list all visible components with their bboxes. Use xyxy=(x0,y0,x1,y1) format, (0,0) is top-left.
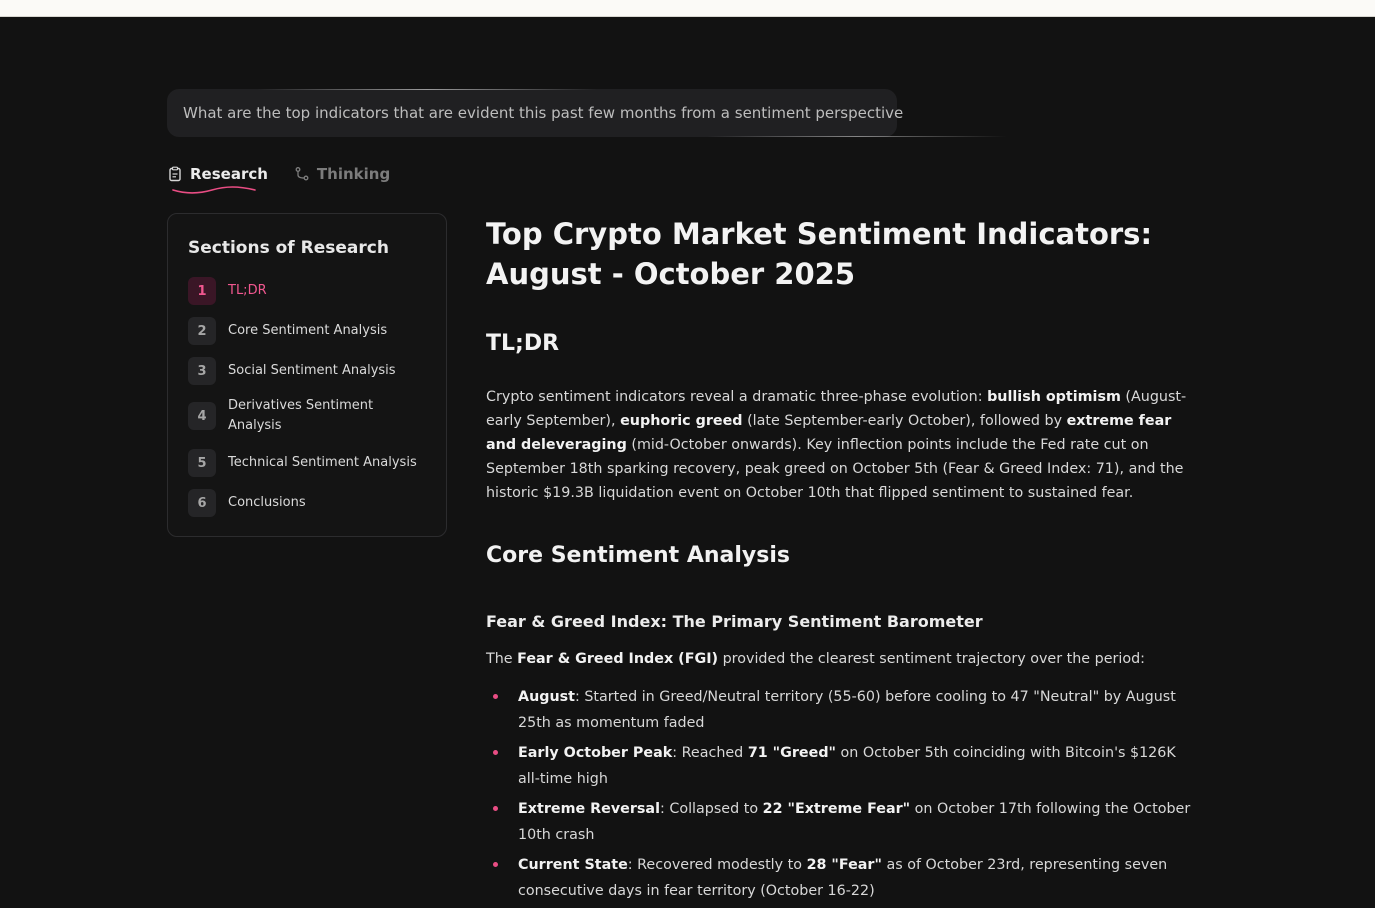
list-item: August: Started in Greed/Neutral territo… xyxy=(486,684,1196,736)
tab-research-label: Research xyxy=(190,165,268,183)
tab-thinking[interactable]: Thinking xyxy=(294,160,390,188)
list-item: Early October Peak: Reached 71 "Greed" o… xyxy=(486,740,1196,792)
list-item: Current State: Recovered modestly to 28 … xyxy=(486,852,1196,904)
sidebar-item-social-sentiment[interactable]: 3 Social Sentiment Analysis xyxy=(188,357,423,385)
sidebar-item-conclusions[interactable]: 6 Conclusions xyxy=(188,489,423,517)
tldr-paragraph: Crypto sentiment indicators reveal a dra… xyxy=(486,389,1187,501)
fgi-heading: Fear & Greed Index: The Primary Sentimen… xyxy=(486,612,983,631)
tab-research[interactable]: Research xyxy=(167,160,268,194)
sidebar-item-label: Derivatives Sentiment Analysis xyxy=(228,398,374,433)
sidebar-item-label: TL;DR xyxy=(228,283,267,298)
browser-top-bar xyxy=(0,0,1375,17)
list-item: Extreme Reversal: Collapsed to 22 "Extre… xyxy=(486,796,1196,848)
fgi-intro-paragraph: The Fear & Greed Index (FGI) provided th… xyxy=(486,651,1145,667)
sidebar-item-label: Technical Sentiment Analysis xyxy=(228,455,417,470)
section-number: 5 xyxy=(188,449,216,477)
user-query-text: What are the top indicators that are evi… xyxy=(183,104,904,122)
sidebar-item-tldr[interactable]: 1 TL;DR xyxy=(188,277,423,305)
clipboard-icon xyxy=(167,166,183,182)
sidebar-item-label: Conclusions xyxy=(228,495,306,510)
user-query-bubble: What are the top indicators that are evi… xyxy=(167,89,1007,137)
bullet-dot-icon xyxy=(493,806,498,811)
section-number: 1 xyxy=(188,277,216,305)
section-number: 4 xyxy=(188,402,216,430)
sidebar-item-derivatives-sentiment[interactable]: 4 Derivatives Sentiment Analysis xyxy=(188,396,423,436)
sidebar-title: Sections of Research xyxy=(188,238,389,258)
tab-thinking-label: Thinking xyxy=(316,165,391,183)
branch-icon xyxy=(294,166,310,182)
bullet-dot-icon xyxy=(493,750,498,755)
report-title-line-2: August - October 2025 xyxy=(486,257,856,291)
core-sentiment-heading: Core Sentiment Analysis xyxy=(486,543,791,568)
sidebar-item-label: Social Sentiment Analysis xyxy=(228,363,396,378)
tldr-heading: TL;DR xyxy=(486,331,560,356)
bullet-dot-icon xyxy=(493,862,498,867)
active-tab-underline xyxy=(172,186,256,194)
bullet-dot-icon xyxy=(493,694,498,699)
section-number: 6 xyxy=(188,489,216,517)
fgi-bullet-list: August: Started in Greed/Neutral territo… xyxy=(486,684,1196,908)
sidebar-item-technical-sentiment[interactable]: 5 Technical Sentiment Analysis xyxy=(188,449,423,477)
sidebar-item-core-sentiment[interactable]: 2 Core Sentiment Analysis xyxy=(188,317,423,345)
section-number: 2 xyxy=(188,317,216,345)
report-title-line-1: Top Crypto Market Sentiment Indicators: xyxy=(486,217,1153,251)
report-title: Top Crypto Market Sentiment Indicators: … xyxy=(486,214,1196,294)
section-number: 3 xyxy=(188,357,216,385)
sidebar-item-label: Core Sentiment Analysis xyxy=(228,323,388,338)
sections-sidebar: Sections of Research 1 TL;DR 2 Core Sent… xyxy=(167,213,447,537)
view-tabs: Research Thinking xyxy=(167,160,390,194)
